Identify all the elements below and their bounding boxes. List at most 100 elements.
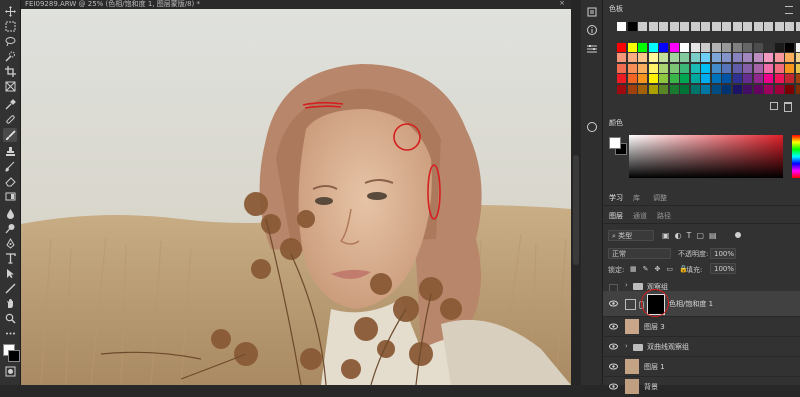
pen-tool-icon[interactable]: [3, 236, 17, 250]
color-swatch[interactable]: [628, 43, 637, 52]
color-swatch[interactable]: [680, 43, 689, 52]
layer-row[interactable]: 背景: [603, 377, 800, 397]
color-swatch[interactable]: [764, 74, 773, 83]
color-swatch[interactable]: [722, 64, 731, 73]
color-swatch[interactable]: [649, 22, 658, 31]
info-icon[interactable]: [586, 24, 598, 36]
color-swatch[interactable]: [638, 53, 647, 62]
color-swatch[interactable]: [722, 74, 731, 83]
tab-paths[interactable]: 路径: [657, 211, 671, 221]
color-swatch[interactable]: [722, 22, 731, 31]
color-swatch[interactable]: [617, 43, 626, 52]
color-swatch[interactable]: [796, 64, 800, 73]
tab-layers[interactable]: 图层: [609, 211, 623, 221]
color-swatch[interactable]: [680, 53, 689, 62]
color-swatch[interactable]: [775, 74, 784, 83]
color-swatch[interactable]: [712, 43, 721, 52]
color-swatch[interactable]: [638, 85, 647, 94]
document-tab[interactable]: FEI09289.ARW @ 25% (色相/饱和度 1, 图层蒙版/8) * …: [21, 0, 571, 9]
color-swatch[interactable]: [670, 53, 679, 62]
blend-mode-select[interactable]: 正常: [608, 248, 671, 259]
color-swatch[interactable]: [638, 74, 647, 83]
color-panel-title[interactable]: 颜色: [609, 118, 623, 128]
color-swatch[interactable]: [764, 22, 773, 31]
path-selection-tool-icon[interactable]: [3, 266, 17, 280]
close-tab-icon[interactable]: ×: [559, 0, 565, 7]
color-swatch[interactable]: [754, 85, 763, 94]
color-swatch[interactable]: [628, 85, 637, 94]
eye-icon[interactable]: [609, 383, 618, 390]
vertical-scrollbar[interactable]: [571, 0, 581, 385]
color-swatch[interactable]: [638, 64, 647, 73]
color-swatch[interactable]: [743, 22, 752, 31]
color-swatch[interactable]: [691, 64, 700, 73]
color-swatch[interactable]: [733, 22, 742, 31]
color-swatch[interactable]: [670, 64, 679, 73]
color-swatch[interactable]: [628, 22, 637, 31]
color-swatch[interactable]: [743, 74, 752, 83]
color-swatch[interactable]: [785, 22, 794, 31]
tab-library[interactable]: 库: [633, 193, 640, 203]
color-swatch[interactable]: [764, 85, 773, 94]
color-swatch[interactable]: [659, 22, 668, 31]
color-swatch[interactable]: [670, 85, 679, 94]
color-swatch[interactable]: [764, 43, 773, 52]
spot-healing-tool-icon[interactable]: [3, 112, 17, 126]
color-swatch[interactable]: [691, 74, 700, 83]
color-swatch[interactable]: [670, 43, 679, 52]
color-swatch[interactable]: [617, 22, 626, 31]
color-swatch[interactable]: [670, 74, 679, 83]
color-swatch[interactable]: [785, 74, 794, 83]
color-swatch[interactable]: [617, 74, 626, 83]
color-swatch[interactable]: [701, 64, 710, 73]
background-color-swatch[interactable]: [8, 350, 20, 362]
type-filter-icon[interactable]: T: [687, 231, 697, 240]
color-swatch[interactable]: [649, 53, 658, 62]
color-swatch[interactable]: [754, 74, 763, 83]
color-swatch[interactable]: [712, 74, 721, 83]
color-swatch[interactable]: [775, 43, 784, 52]
new-swatch-icon[interactable]: [770, 102, 778, 110]
lock-image-icon[interactable]: ✎: [643, 265, 655, 273]
eye-icon[interactable]: [609, 300, 618, 307]
brush-tool-icon[interactable]: [3, 128, 17, 142]
color-swatch[interactable]: [691, 43, 700, 52]
type-tool-icon[interactable]: [3, 251, 17, 265]
color-swatch[interactable]: [691, 85, 700, 94]
color-swatch[interactable]: [701, 85, 710, 94]
color-swatch[interactable]: [785, 53, 794, 62]
eyedropper-tool-icon[interactable]: [3, 97, 17, 111]
crop-tool-icon[interactable]: [3, 64, 17, 78]
opacity-field[interactable]: 100%: [710, 248, 736, 259]
blur-tool-icon[interactable]: [3, 206, 17, 220]
color-swatch[interactable]: [733, 74, 742, 83]
history-icon[interactable]: [586, 6, 598, 18]
color-swatch[interactable]: [649, 85, 658, 94]
color-swatch[interactable]: [712, 22, 721, 31]
color-swatch[interactable]: [659, 53, 668, 62]
color-swatch[interactable]: [743, 43, 752, 52]
color-swatch[interactable]: [754, 64, 763, 73]
color-swatch[interactable]: [712, 64, 721, 73]
clone-stamp-tool-icon[interactable]: [3, 144, 17, 158]
panel-menu-icon[interactable]: [785, 6, 793, 14]
color-swatch[interactable]: [743, 64, 752, 73]
color-swatch[interactable]: [617, 53, 626, 62]
color-swatch[interactable]: [628, 53, 637, 62]
frame-tool-icon[interactable]: [3, 79, 17, 93]
color-swatch[interactable]: [691, 22, 700, 31]
color-swatch[interactable]: [617, 85, 626, 94]
color-swatch[interactable]: [659, 43, 668, 52]
quick-selection-tool-icon[interactable]: [3, 49, 17, 63]
lock-position-icon[interactable]: ✥: [655, 265, 667, 273]
color-swatch[interactable]: [722, 43, 731, 52]
color-swatch[interactable]: [659, 64, 668, 73]
zoom-tool-icon[interactable]: [3, 311, 17, 325]
eye-icon[interactable]: [609, 363, 618, 370]
color-swatch[interactable]: [775, 22, 784, 31]
color-swatch[interactable]: [680, 85, 689, 94]
color-swatch[interactable]: [785, 85, 794, 94]
lasso-tool-icon[interactable]: [3, 34, 17, 48]
eraser-tool-icon[interactable]: [3, 174, 17, 188]
adjustment-filter-icon[interactable]: ◐: [675, 231, 687, 240]
